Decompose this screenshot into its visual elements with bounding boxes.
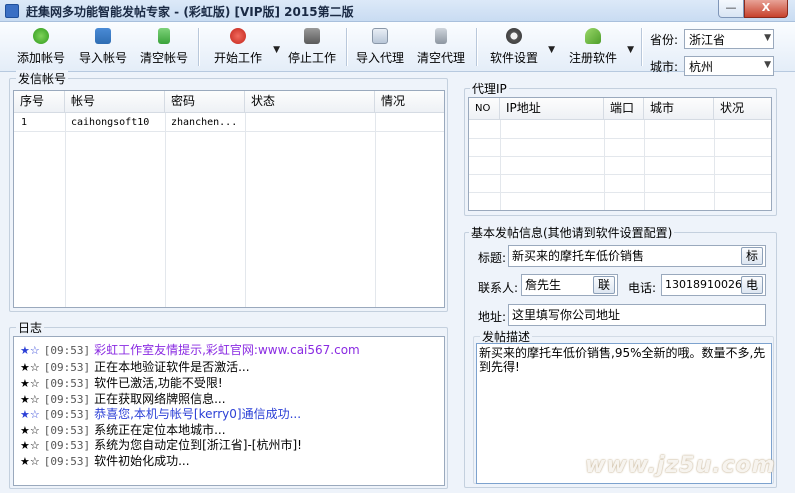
log-line: ★☆ [09:53] 系统为您自动定位到[浙江省]-[杭州市]! xyxy=(20,438,302,452)
star-icon: ★☆ xyxy=(20,439,40,452)
import-account-button[interactable]: 导入帐号 xyxy=(76,25,130,69)
accounts-group-label: 发信帐号 xyxy=(16,70,69,87)
col-status[interactable]: 状态 xyxy=(245,91,375,113)
register-software-button[interactable]: 注册软件 ▼ xyxy=(566,25,634,69)
chevron-down-icon[interactable]: ▼ xyxy=(627,45,634,55)
col-ip[interactable]: IP地址 xyxy=(500,98,604,120)
col-account[interactable]: 帐号 xyxy=(65,91,165,113)
stop-work-label: 停止工作 xyxy=(287,51,336,65)
phone-value: 13018910026 xyxy=(665,278,742,291)
city-label: 城市: xyxy=(650,60,679,74)
contact-label: 联系人: xyxy=(478,281,519,295)
province-value: 浙江省 xyxy=(689,33,726,47)
row-index: 1 xyxy=(21,117,28,128)
province-label: 省份: xyxy=(650,33,679,47)
col-no[interactable]: NO xyxy=(469,98,500,120)
star-icon: ★☆ xyxy=(20,377,40,390)
proxy-group-label: 代理IP xyxy=(470,80,509,97)
stop-work-button[interactable]: 停止工作 xyxy=(284,25,340,69)
col-situation[interactable]: 情况 xyxy=(375,91,444,113)
address-label: 地址: xyxy=(478,310,507,324)
minimize-button[interactable]: — xyxy=(718,0,744,18)
phone-label: 电话: xyxy=(628,281,657,295)
address-value: 这里填写你公司地址 xyxy=(512,308,621,322)
log-line: ★☆ [09:53] 正在本地验证软件是否激活... xyxy=(20,360,250,374)
trash-icon xyxy=(435,28,447,44)
import-proxy-label: 导入代理 xyxy=(355,51,404,65)
add-circle-icon xyxy=(33,28,49,44)
address-input[interactable]: 这里填写你公司地址 xyxy=(508,304,766,326)
gear-icon xyxy=(506,28,522,44)
import-icon xyxy=(95,28,111,44)
add-account-label: 添加帐号 xyxy=(16,51,65,65)
stop-icon xyxy=(304,28,320,44)
accounts-table-header: 序号 帐号 密码 状态 情况 xyxy=(14,91,444,113)
chevron-down-icon[interactable]: ▼ xyxy=(273,45,280,55)
window-title: 赶集网多功能智能发帖专家 - (彩虹版) [VIP版] 2015第二版 xyxy=(26,5,354,19)
row-account: caihongsoft10 xyxy=(71,117,150,128)
col-port[interactable]: 端口 xyxy=(604,98,644,120)
row-password: zhanchen... xyxy=(171,117,238,128)
description-value: 新买来的摩托车低价销售,95%全新的哦。数量不多,先到先得! xyxy=(479,346,766,374)
accounts-table[interactable]: 序号 帐号 密码 状态 情况 1 caihongsoft10 zhanchen.… xyxy=(13,90,445,308)
clear-proxy-label: 清空代理 xyxy=(416,51,465,65)
title-input[interactable]: 新买来的摩托车低价销售 xyxy=(508,245,766,267)
clear-account-label: 清空帐号 xyxy=(139,51,188,65)
software-settings-label: 软件设置 xyxy=(489,51,538,65)
play-icon xyxy=(230,28,246,44)
star-icon: ★☆ xyxy=(20,344,40,357)
app-icon xyxy=(5,4,19,18)
watermark: www.jz5u.com xyxy=(585,453,776,478)
star-icon: ★☆ xyxy=(20,408,40,421)
title-button[interactable]: 标 xyxy=(741,247,763,265)
col-proxy-status[interactable]: 状况 xyxy=(714,98,771,120)
log-panel[interactable]: ★☆ [09:53] 彩虹工作室友情提示,彩虹官网:www.cai567.com ★… xyxy=(13,336,445,486)
post-info-group-label: 基本发帖信息(其他请到软件设置配置) xyxy=(469,224,675,241)
log-line: ★☆ [09:53] 软件初始化成功... xyxy=(20,454,190,468)
title-label: 标题: xyxy=(478,251,507,265)
add-account-button[interactable]: 添加帐号 xyxy=(14,25,68,69)
clear-account-button[interactable]: 清空帐号 xyxy=(137,25,191,69)
log-line: ★☆ [09:53] 软件已激活,功能不受限! xyxy=(20,376,223,390)
log-group-label: 日志 xyxy=(16,319,45,336)
proxy-table[interactable]: NO IP地址 端口 城市 状况 xyxy=(468,97,772,211)
chevron-down-icon[interactable]: ▼ xyxy=(548,45,555,55)
chevron-down-icon: ▼ xyxy=(764,60,771,70)
start-work-button[interactable]: 开始工作 ▼ xyxy=(210,25,280,69)
contact-button[interactable]: 联 xyxy=(593,276,615,294)
col-password[interactable]: 密码 xyxy=(165,91,245,113)
star-icon: ★☆ xyxy=(20,455,40,468)
province-select[interactable]: 浙江省 ▼ xyxy=(684,29,774,49)
col-city[interactable]: 城市 xyxy=(644,98,714,120)
city-value: 杭州 xyxy=(689,60,714,74)
title-value: 新买来的摩托车低价销售 xyxy=(512,249,645,263)
trash-icon xyxy=(158,28,170,44)
contact-value: 詹先生 xyxy=(525,278,562,292)
software-settings-button[interactable]: 软件设置 ▼ xyxy=(487,25,555,69)
star-icon: ★☆ xyxy=(20,361,40,374)
key-icon xyxy=(585,28,601,44)
title-bar: 赶集网多功能智能发帖专家 - (彩虹版) [VIP版] 2015第二版 — X xyxy=(0,0,795,22)
col-index[interactable]: 序号 xyxy=(14,91,65,113)
log-line: ★☆ [09:53] 彩虹工作室友情提示,彩虹官网:www.cai567.com xyxy=(20,343,360,357)
close-button[interactable]: X xyxy=(744,0,788,18)
import-proxy-icon xyxy=(372,28,388,44)
import-proxy-button[interactable]: 导入代理 xyxy=(353,25,407,69)
start-work-label: 开始工作 xyxy=(213,51,262,65)
log-line: ★☆ [09:53] 恭喜您,本机与帐号[kerry0]通信成功... xyxy=(20,407,302,421)
proxy-table-header: NO IP地址 端口 城市 状况 xyxy=(469,98,771,120)
register-software-label: 注册软件 xyxy=(568,51,617,65)
phone-button[interactable]: 电 xyxy=(741,276,763,294)
import-account-label: 导入帐号 xyxy=(78,51,127,65)
toolbar: 添加帐号 导入帐号 清空帐号 开始工作 ▼ 停止工作 导入代理 清空代理 软件设… xyxy=(0,22,795,76)
clear-proxy-button[interactable]: 清空代理 xyxy=(414,25,468,69)
chevron-down-icon: ▼ xyxy=(764,33,771,43)
city-select[interactable]: 杭州 ▼ xyxy=(684,56,774,76)
